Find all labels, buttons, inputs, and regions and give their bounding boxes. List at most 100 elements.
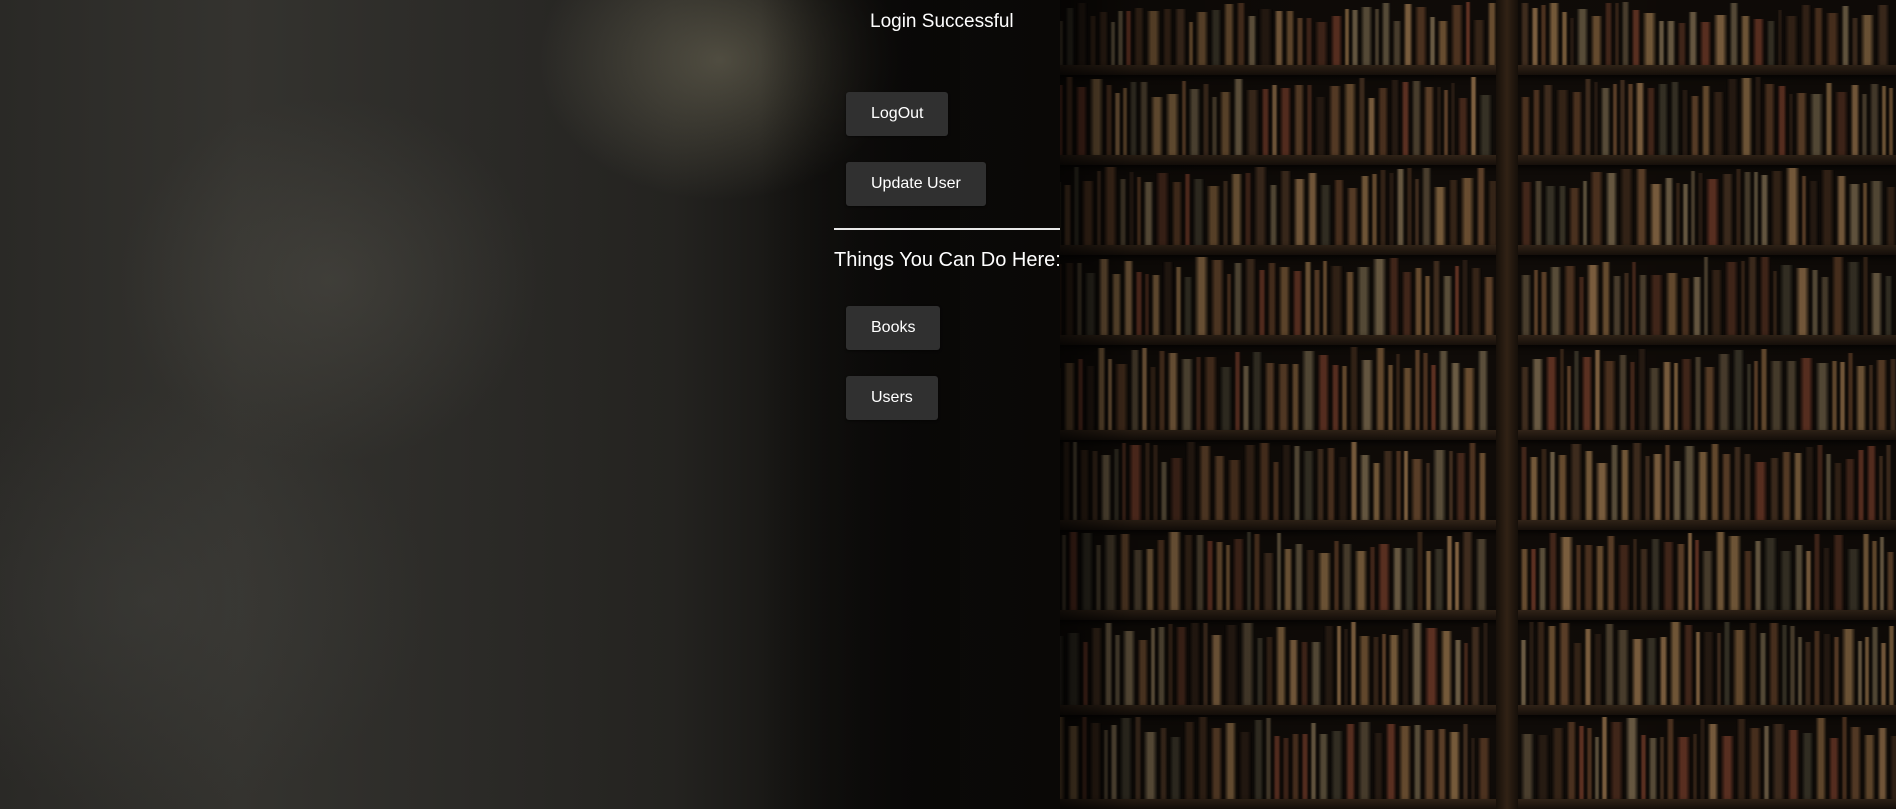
book-spine bbox=[1676, 544, 1686, 610]
book-spine bbox=[1584, 451, 1594, 520]
book-spine bbox=[1659, 737, 1665, 799]
book-spine bbox=[1448, 451, 1454, 520]
book-spine bbox=[1306, 85, 1313, 155]
book-spine bbox=[1125, 11, 1132, 65]
book-spine bbox=[1150, 628, 1156, 705]
book-spine bbox=[1385, 724, 1397, 799]
book-spine bbox=[1795, 93, 1808, 155]
book-spine bbox=[1551, 728, 1565, 799]
book-spine bbox=[1169, 458, 1184, 520]
book-spine bbox=[1697, 173, 1704, 245]
book-spine bbox=[1372, 637, 1380, 705]
book-row bbox=[1038, 347, 1494, 430]
book-spine bbox=[1676, 737, 1691, 799]
book-spine bbox=[1414, 179, 1420, 245]
section-heading: Things You Can Do Here: bbox=[834, 249, 1061, 271]
book-row bbox=[1038, 442, 1494, 520]
book-spine bbox=[1536, 622, 1546, 705]
book-spine bbox=[1702, 632, 1715, 705]
book-spine bbox=[1795, 268, 1810, 335]
book-spine bbox=[1294, 544, 1304, 610]
book-spine bbox=[1139, 82, 1149, 155]
book-row bbox=[1038, 717, 1494, 799]
update-user-button[interactable]: Update User bbox=[846, 162, 986, 206]
book-spine bbox=[1644, 456, 1651, 520]
book-spine bbox=[1595, 463, 1609, 520]
book-spine bbox=[1146, 11, 1161, 65]
book-spine bbox=[1652, 454, 1663, 520]
book-spine bbox=[1649, 184, 1663, 245]
book-spine bbox=[1310, 723, 1317, 799]
book-spine bbox=[1834, 92, 1849, 155]
book-spine bbox=[1440, 631, 1453, 705]
book-spine bbox=[1862, 183, 1868, 245]
book-spine bbox=[1650, 539, 1661, 610]
book-spine bbox=[1593, 634, 1603, 705]
book-spine bbox=[1559, 537, 1574, 610]
book-spine bbox=[1811, 270, 1819, 335]
book-spine bbox=[1119, 179, 1127, 245]
book-spine bbox=[1743, 172, 1752, 245]
book-spine bbox=[1162, 262, 1174, 335]
book-spine bbox=[1341, 544, 1353, 610]
book-spine bbox=[1735, 169, 1742, 245]
book-spine bbox=[1242, 366, 1250, 430]
book-spine bbox=[1194, 257, 1209, 335]
book-spine bbox=[1329, 266, 1344, 335]
book-spine bbox=[1293, 179, 1306, 245]
book-spine bbox=[1617, 545, 1631, 610]
book-spine bbox=[1707, 724, 1719, 799]
book-spine bbox=[1454, 266, 1460, 335]
book-spine bbox=[1167, 624, 1174, 705]
book-spine bbox=[1555, 90, 1570, 155]
shelf-board bbox=[1030, 430, 1896, 440]
book-spine bbox=[1351, 10, 1359, 65]
book-spine bbox=[1857, 641, 1863, 705]
book-spine bbox=[1850, 85, 1860, 155]
book-spine bbox=[1520, 275, 1532, 335]
book-spine bbox=[1677, 23, 1687, 65]
book-spine bbox=[1841, 717, 1848, 799]
book-spine bbox=[1144, 274, 1150, 335]
book-spine bbox=[1098, 259, 1110, 335]
book-spine bbox=[1381, 634, 1387, 705]
book-spine bbox=[1589, 172, 1604, 245]
book-spine bbox=[1825, 13, 1840, 65]
book-spine bbox=[1717, 354, 1731, 430]
book-spine bbox=[1520, 367, 1530, 430]
book-spine bbox=[1862, 534, 1870, 610]
book-spine bbox=[1658, 21, 1665, 65]
book-spine bbox=[1403, 451, 1409, 520]
book-spine bbox=[1437, 729, 1447, 799]
book-spine bbox=[1430, 365, 1437, 430]
book-spine bbox=[1540, 272, 1548, 335]
book-spine bbox=[1571, 92, 1583, 155]
book-spine bbox=[1866, 446, 1877, 520]
book-spine bbox=[1247, 16, 1257, 65]
shelf-board bbox=[1030, 799, 1896, 809]
users-button[interactable]: Users bbox=[846, 376, 938, 420]
book-spine bbox=[1337, 457, 1349, 520]
book-spine bbox=[1478, 453, 1487, 520]
book-spine bbox=[1437, 21, 1449, 65]
book-spine bbox=[1534, 181, 1543, 245]
logout-button[interactable]: LogOut bbox=[846, 92, 949, 136]
book-spine bbox=[1748, 728, 1762, 799]
book-spine bbox=[1141, 348, 1148, 430]
book-row bbox=[1520, 622, 1896, 705]
book-spine bbox=[1314, 97, 1327, 155]
book-spine bbox=[1089, 79, 1104, 155]
book-spine bbox=[1265, 718, 1272, 799]
book-spine bbox=[1885, 187, 1896, 245]
book-spine bbox=[1285, 11, 1295, 65]
book-spine bbox=[1740, 261, 1746, 335]
book-spine bbox=[1520, 447, 1528, 520]
books-button[interactable]: Books bbox=[846, 306, 941, 350]
book-spine bbox=[1313, 270, 1321, 335]
book-spine bbox=[1869, 84, 1880, 155]
book-spine bbox=[1542, 85, 1554, 155]
book-spine bbox=[1350, 622, 1357, 705]
book-spine bbox=[1103, 535, 1118, 610]
book-spine bbox=[1358, 78, 1366, 155]
book-spine bbox=[1067, 726, 1080, 799]
